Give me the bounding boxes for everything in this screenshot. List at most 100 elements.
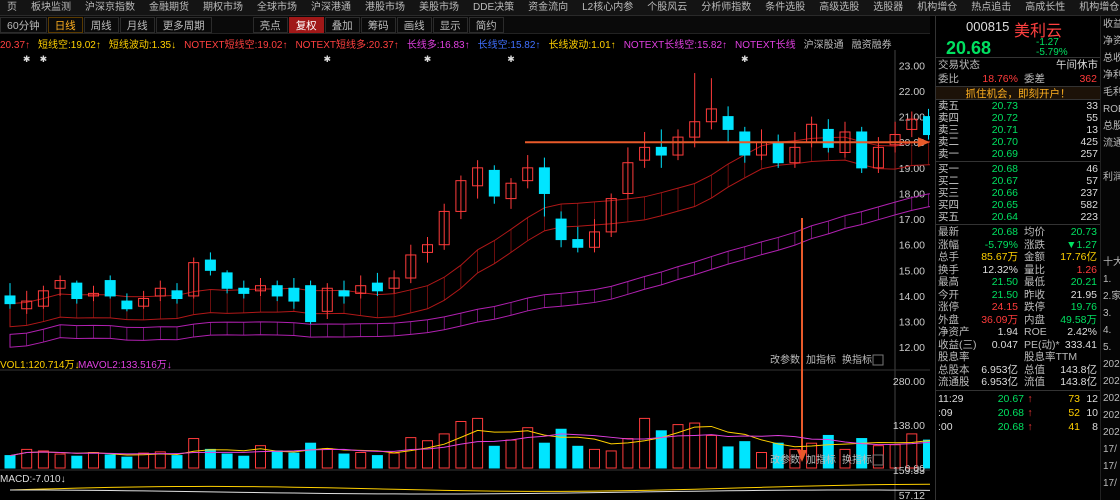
top-nav-item[interactable]: 高级选股 bbox=[812, 0, 866, 15]
overlay-button[interactable]: 换指标 bbox=[842, 453, 872, 466]
status-row: 交易状态 午间休市 bbox=[938, 59, 1098, 71]
f10-item[interactable]: 17/ bbox=[1101, 441, 1120, 458]
stat-value: 0.047 bbox=[991, 338, 1018, 351]
f10-item[interactable]: 202 bbox=[1101, 390, 1120, 407]
overlay-button[interactable]: 换指标 bbox=[842, 353, 872, 366]
f10-item[interactable] bbox=[1101, 220, 1120, 237]
f10-item[interactable]: 202 bbox=[1101, 356, 1120, 373]
f10-item[interactable] bbox=[1101, 186, 1120, 203]
top-nav-item[interactable]: 板块监测 bbox=[24, 0, 78, 15]
volume-bar bbox=[705, 434, 717, 469]
toolbar-button[interactable]: 复权 bbox=[288, 16, 324, 33]
candle bbox=[338, 290, 350, 297]
bid-row[interactable]: 买二 20.67 57 bbox=[936, 175, 1100, 187]
period-tab[interactable]: 周线 bbox=[83, 16, 119, 33]
f10-item[interactable]: ROE bbox=[1101, 101, 1120, 118]
period-tab[interactable]: 日线 bbox=[47, 16, 83, 33]
f10-item[interactable]: 202 bbox=[1101, 407, 1120, 424]
f10-item[interactable]: 流通 bbox=[1101, 135, 1120, 152]
close-pane-button[interactable] bbox=[872, 454, 884, 466]
tick-price: 20.68 bbox=[997, 420, 1024, 433]
period-tab[interactable]: 月线 bbox=[119, 16, 155, 33]
candle bbox=[204, 259, 216, 271]
toolbar-button[interactable]: 画线 bbox=[396, 16, 432, 33]
top-nav-item[interactable]: 分析师指数 bbox=[694, 0, 758, 15]
f10-item[interactable]: 17/ bbox=[1101, 458, 1120, 475]
f10-item[interactable]: 十大 bbox=[1101, 254, 1120, 271]
f10-item[interactable] bbox=[1101, 152, 1120, 169]
stats-row: 最高 21.50 最低 20.21 bbox=[936, 276, 1100, 289]
f10-item[interactable]: 毛利 bbox=[1101, 84, 1120, 101]
volume-bar bbox=[138, 452, 150, 469]
top-nav-item[interactable]: 条件选股 bbox=[758, 0, 812, 15]
ask-row[interactable]: 卖三 20.71 13 bbox=[936, 124, 1100, 136]
overlay-button[interactable]: 改参数 bbox=[770, 453, 800, 466]
ask-row[interactable]: 卖二 20.70 425 bbox=[936, 136, 1100, 148]
toolbar-button[interactable]: 显示 bbox=[432, 16, 468, 33]
indicator-value: 长线多:16.83↑ bbox=[406, 40, 470, 50]
top-nav-item[interactable]: 金融期货 bbox=[142, 0, 196, 15]
top-nav-item[interactable]: 热点追击 bbox=[964, 0, 1018, 15]
toolbar-button[interactable]: 亮点 bbox=[252, 16, 288, 33]
tick-count: 8 bbox=[1092, 420, 1098, 433]
f10-item[interactable]: 净利 bbox=[1101, 67, 1120, 84]
top-nav-item[interactable]: 页 bbox=[0, 0, 24, 15]
top-nav-item[interactable]: 沪深港通 bbox=[304, 0, 358, 15]
tick-time: 11:29 bbox=[938, 392, 964, 405]
f10-item[interactable]: 1. bbox=[1101, 271, 1120, 288]
account-banner[interactable]: 抓住机会，即刻开户！ bbox=[936, 86, 1100, 100]
toolbar-button[interactable]: 筹码 bbox=[360, 16, 396, 33]
top-nav-item[interactable]: 选股器 bbox=[866, 0, 910, 15]
top-nav-item[interactable]: 资金流向 bbox=[521, 0, 575, 15]
bid-row[interactable]: 买一 20.68 46 bbox=[936, 163, 1100, 175]
top-nav-item[interactable]: 机构增仓 bbox=[1072, 0, 1120, 15]
overlay-button[interactable]: 加指标 bbox=[806, 453, 836, 466]
overlay-button[interactable]: 改参数 bbox=[770, 353, 800, 366]
top-nav-item[interactable]: 个股风云 bbox=[640, 0, 694, 15]
top-nav-item[interactable]: DDE决策 bbox=[466, 0, 521, 15]
close-pane-button[interactable] bbox=[872, 354, 884, 366]
top-nav-item[interactable]: 全球市场 bbox=[250, 0, 304, 15]
f10-item[interactable]: 净资 bbox=[1101, 33, 1120, 50]
ask-row[interactable]: 卖四 20.72 55 bbox=[936, 112, 1100, 124]
top-nav-item[interactable]: 期权市场 bbox=[196, 0, 250, 15]
f10-item[interactable]: 5. bbox=[1101, 339, 1120, 356]
period-tab[interactable]: 更多周期 bbox=[155, 16, 212, 33]
toolbar-button[interactable]: 简约 bbox=[468, 16, 504, 33]
period-tab[interactable]: 60分钟 bbox=[0, 16, 47, 33]
f10-item[interactable]: 总股 bbox=[1101, 118, 1120, 135]
f10-item[interactable]: 3. bbox=[1101, 305, 1120, 322]
f10-item[interactable]: 202 bbox=[1101, 424, 1120, 441]
stat-value: 24.15 bbox=[991, 301, 1018, 313]
f10-item[interactable]: 总收 bbox=[1101, 50, 1120, 67]
f10-item[interactable]: 2.家 bbox=[1101, 288, 1120, 305]
indicator-value: NOTEXT短线多:20.37↑ bbox=[295, 40, 399, 50]
volume-bar bbox=[4, 455, 16, 469]
stat-value: 6.953亿 bbox=[981, 363, 1018, 376]
top-nav-item[interactable]: 高成长性 bbox=[1018, 0, 1072, 15]
top-nav-item[interactable]: 机构增仓 bbox=[910, 0, 964, 15]
tick-count: 10 bbox=[1086, 406, 1098, 419]
stat-label: 内盘 bbox=[1024, 313, 1045, 326]
weibi-row: 委比 18.76% 委差 362 bbox=[938, 73, 1097, 85]
f10-item[interactable] bbox=[1101, 203, 1120, 220]
ask-row[interactable]: 卖五 20.73 33 bbox=[936, 100, 1100, 112]
volume-bar bbox=[238, 455, 250, 469]
f10-item[interactable] bbox=[1101, 237, 1120, 254]
top-nav-item[interactable]: 沪深京指数 bbox=[78, 0, 142, 15]
bid-row[interactable]: 买四 20.65 582 bbox=[936, 199, 1100, 211]
f10-item[interactable]: 4. bbox=[1101, 322, 1120, 339]
top-nav-item[interactable]: 港股市场 bbox=[358, 0, 412, 15]
overlay-button[interactable]: 加指标 bbox=[806, 353, 836, 366]
top-nav-item[interactable]: 美股市场 bbox=[412, 0, 466, 15]
bid-row[interactable]: 买五 20.64 223 bbox=[936, 211, 1100, 223]
kline-chart[interactable]: 23.0022.0021.0020.0019.0018.0017.0016.00… bbox=[0, 50, 930, 500]
top-nav-item[interactable]: L2核心内参 bbox=[575, 0, 640, 15]
f10-item[interactable]: 利润 bbox=[1101, 169, 1120, 186]
f10-item[interactable]: 17/ bbox=[1101, 475, 1120, 492]
f10-item[interactable]: 收益 bbox=[1101, 16, 1120, 33]
toolbar-button[interactable]: 叠加 bbox=[324, 16, 360, 33]
f10-item[interactable]: 202 bbox=[1101, 373, 1120, 390]
bid-row[interactable]: 买三 20.66 237 bbox=[936, 187, 1100, 199]
ask-row[interactable]: 卖一 20.69 257 bbox=[936, 148, 1100, 160]
